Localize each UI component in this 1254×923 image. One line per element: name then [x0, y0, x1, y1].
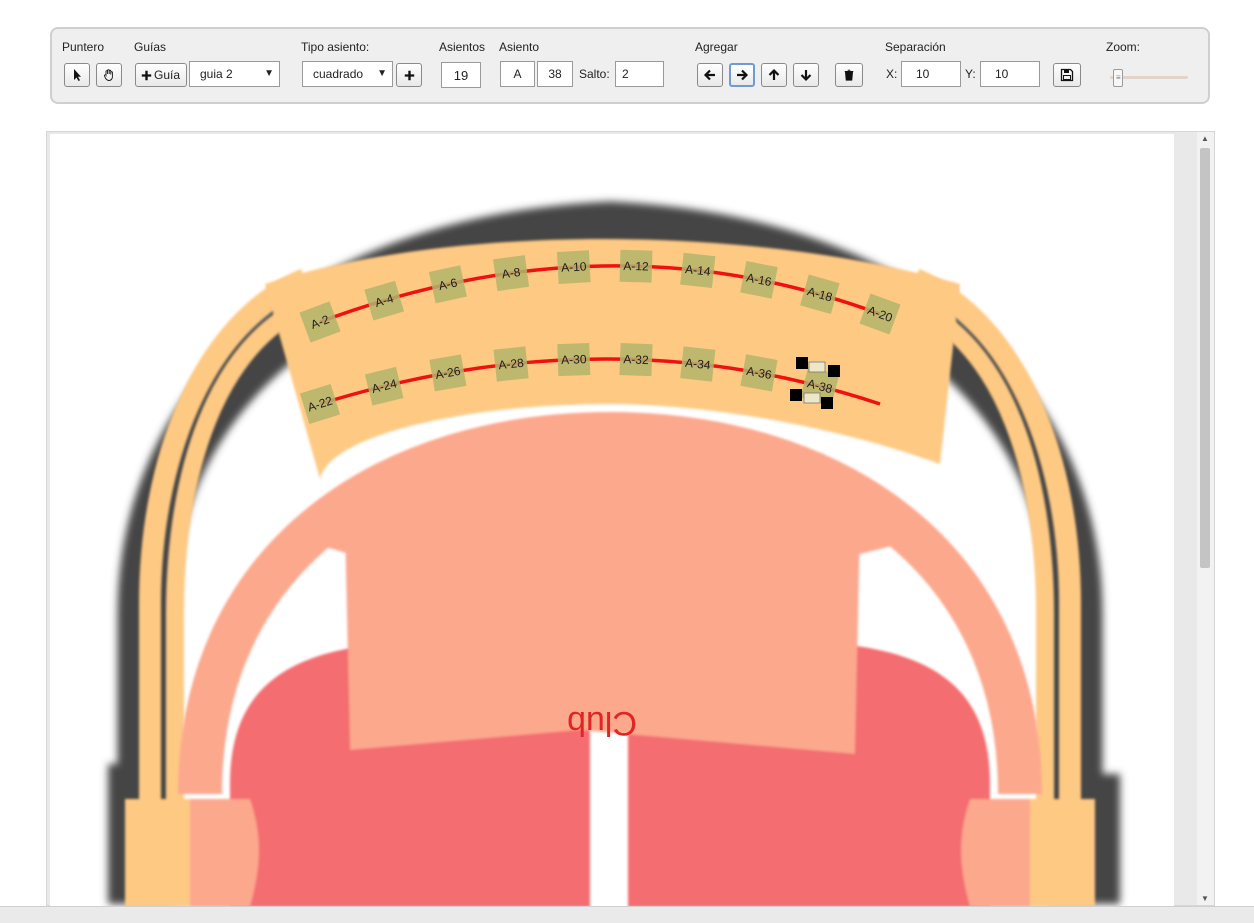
tipo-asiento-label: Tipo asiento:	[301, 40, 370, 54]
editor-toolbar: Puntero Guías Guía guia 2 ▼ Tipo asiento…	[50, 27, 1210, 104]
seat[interactable]: A-28	[493, 346, 529, 382]
seat-type-value: cuadrado	[313, 67, 364, 81]
chevron-down-icon: ▼	[377, 68, 387, 79]
hand-pan-icon	[104, 69, 113, 81]
arrow-down-icon	[800, 70, 812, 82]
seat-map-canvas[interactable]: Club A-2 A-4 A-6 A-8 A-10 A-12 A-14 A-16 A-18 A-2…	[46, 131, 1215, 907]
resize-handle[interactable]	[790, 389, 802, 401]
vertical-scrollbar[interactable]: ▲ ▼	[1197, 132, 1214, 905]
seat[interactable]: A-6	[428, 265, 467, 304]
seat-number-field[interactable]: 38	[537, 61, 573, 87]
resize-handle[interactable]	[796, 357, 808, 369]
hand-pan-button[interactable]	[96, 63, 122, 87]
seat-count-field[interactable]: 19	[441, 62, 481, 88]
add-guide-button[interactable]: Guía	[135, 63, 187, 87]
seat[interactable]: A-32	[619, 343, 653, 377]
seat[interactable]: A-10	[556, 250, 591, 284]
add-down-button[interactable]	[793, 63, 819, 87]
seat-label: A-8	[501, 265, 522, 281]
seat[interactable]: A-14	[680, 252, 716, 289]
add-right-button[interactable]	[729, 63, 755, 87]
add-guide-label: Guía	[154, 68, 181, 82]
rotate-handle[interactable]	[803, 392, 821, 404]
save-button[interactable]	[1053, 63, 1081, 87]
sep-x-label: X:	[886, 67, 898, 81]
sep-y-label: Y:	[965, 67, 976, 81]
arrow-up-icon	[768, 68, 780, 80]
delete-button[interactable]	[835, 63, 863, 87]
scroll-down-icon[interactable]: ▼	[1201, 894, 1209, 903]
plus-icon	[404, 70, 414, 80]
guias-label: Guías	[134, 40, 167, 54]
seat[interactable]: A-12	[619, 249, 653, 283]
plus-icon	[141, 70, 152, 80]
seat-row-field[interactable]: A	[500, 61, 535, 87]
seat-label: A-14	[684, 262, 711, 279]
zoom-label: Zoom:	[1106, 40, 1141, 54]
resize-handle[interactable]	[821, 397, 833, 409]
rotate-handle[interactable]	[808, 361, 826, 373]
seat-label: A-30	[561, 352, 587, 367]
zoom-slider-handle[interactable]: ≡	[1113, 69, 1124, 87]
status-bar	[0, 906, 1254, 923]
select-pointer-button[interactable]	[64, 63, 90, 87]
sep-x-field[interactable]: 10	[901, 61, 961, 87]
seat-label: A-28	[498, 356, 525, 373]
seat[interactable]: A-26	[429, 354, 467, 392]
seat-label: A-10	[561, 259, 587, 274]
add-up-button[interactable]	[761, 63, 787, 87]
pointer-arrow-icon	[74, 69, 81, 81]
seat[interactable]: A-16	[740, 261, 778, 299]
seat-label: A-12	[623, 259, 649, 274]
seat[interactable]: A-8	[493, 255, 530, 292]
separacion-label: Separación	[885, 40, 946, 54]
add-seat-type-button[interactable]	[396, 63, 422, 87]
chevron-down-icon: ▼	[264, 68, 274, 79]
guide-select[interactable]: guia 2 ▼	[189, 61, 280, 87]
scroll-up-icon[interactable]: ▲	[1201, 134, 1209, 143]
seat-label: A-32	[623, 352, 649, 367]
seat-map-drawing: Club A-2A-4A-6A-8 A-10 A-12 A-14A-16A-18A-2…	[50, 134, 1174, 907]
seat[interactable]: A-30	[557, 343, 591, 377]
asiento-label: Asiento	[499, 40, 540, 54]
club-label: Club	[567, 704, 637, 742]
scrollbar-thumb[interactable]	[1200, 148, 1210, 568]
add-left-button[interactable]	[697, 63, 723, 87]
agregar-label: Agregar	[695, 40, 738, 54]
salto-label: Salto:	[579, 67, 610, 81]
seat-label: A-34	[684, 356, 711, 373]
asientos-label: Asientos	[439, 40, 486, 54]
puntero-label: Puntero	[62, 40, 105, 54]
guide-select-value: guia 2	[200, 67, 233, 81]
trash-icon	[844, 69, 854, 81]
seat-type-select[interactable]: cuadrado ▼	[302, 61, 393, 87]
resize-handle[interactable]	[828, 365, 840, 377]
arrow-right-icon	[737, 69, 749, 81]
seat[interactable]: A-36	[740, 354, 778, 392]
floppy-save-icon	[1060, 68, 1074, 82]
seat[interactable]: A-34	[680, 346, 716, 382]
sep-y-field[interactable]: 10	[980, 61, 1040, 87]
arrow-left-icon	[703, 69, 715, 81]
salto-field[interactable]: 2	[615, 61, 664, 87]
